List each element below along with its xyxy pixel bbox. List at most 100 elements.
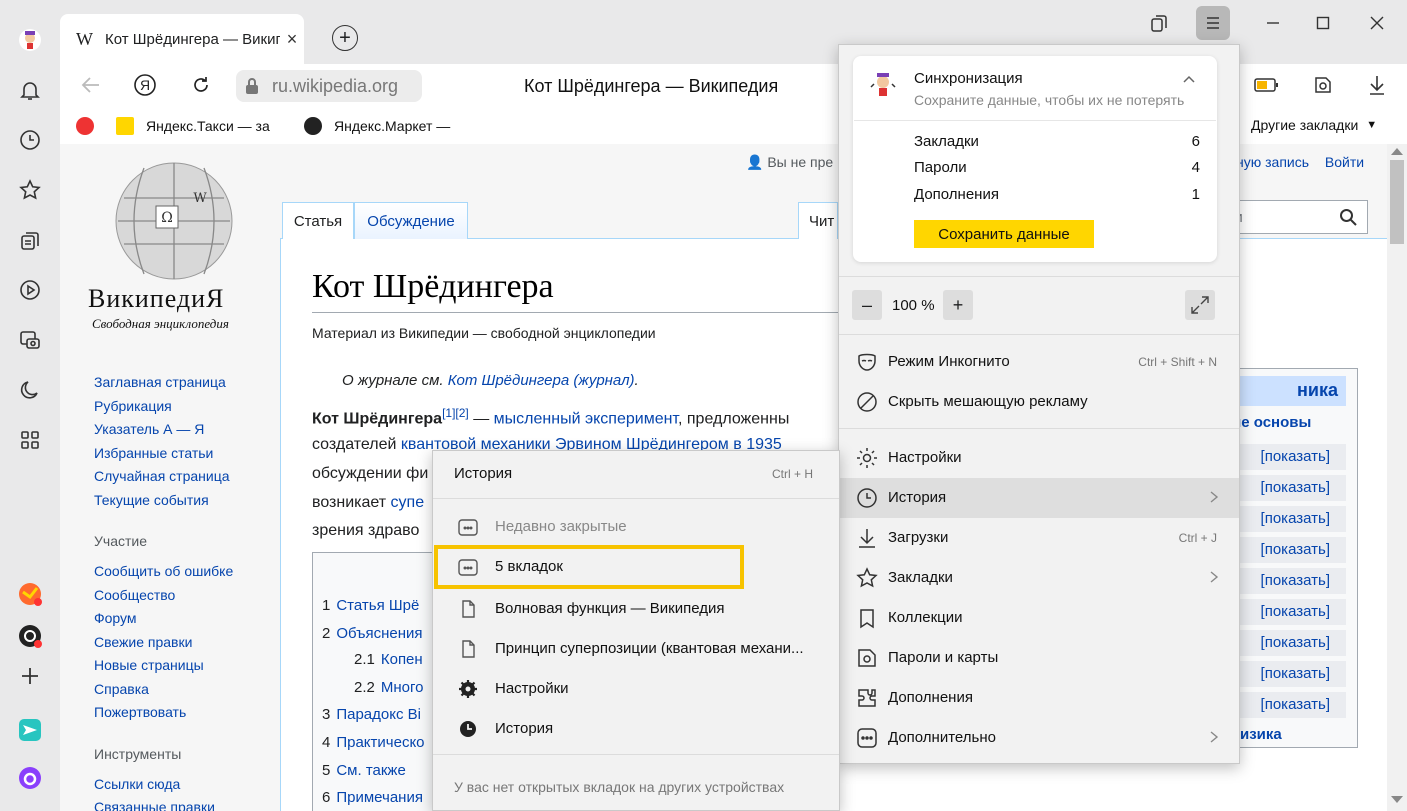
history-settings[interactable]: Настройки — [433, 669, 839, 709]
bookmark-market[interactable]: Яндекс.Маркет — — [304, 117, 450, 135]
link-superposition[interactable]: супе — [391, 494, 425, 511]
nav-link[interactable]: Форум — [94, 610, 137, 626]
menu-item-bookmarks[interactable]: Закладки — [839, 558, 1239, 598]
toc-entry[interactable]: 5 См. также — [322, 762, 406, 779]
history-header[interactable]: История — [454, 465, 512, 482]
chevron-up-icon[interactable] — [1174, 64, 1204, 94]
minimize-icon[interactable] — [1258, 8, 1288, 38]
toc-entry[interactable]: 4 Практическо — [322, 734, 425, 751]
menu-item-extensions[interactable]: Дополнения — [839, 678, 1239, 718]
nav-link[interactable]: Рубрикация — [94, 398, 172, 414]
menu-item-more[interactable]: Дополнительно — [839, 718, 1239, 758]
password-manager-icon[interactable] — [1308, 70, 1338, 100]
nav-link[interactable]: Новые страницы — [94, 657, 204, 673]
moon-icon[interactable] — [14, 374, 46, 406]
zoom-in-button[interactable]: + — [943, 290, 973, 320]
infobox-show-toggle[interactable]: [показать] — [1232, 661, 1346, 687]
toc-entry[interactable]: 2.1 Копен — [354, 651, 423, 668]
messenger-icon[interactable] — [14, 714, 46, 746]
add-icon[interactable] — [14, 660, 46, 692]
menu-item-history[interactable]: История — [839, 478, 1239, 518]
nav-link[interactable]: Избранные статьи — [94, 445, 213, 461]
infobox-show-toggle[interactable]: [показать] — [1232, 630, 1346, 656]
bell-icon[interactable] — [14, 74, 46, 106]
toc-link[interactable]: Много — [381, 679, 424, 696]
toc-link[interactable]: Объяснения — [336, 625, 422, 642]
nav-link[interactable]: Заглавная страница — [94, 374, 226, 390]
scrollbar-thumb[interactable] — [1390, 160, 1404, 244]
yandex-music-icon[interactable] — [14, 578, 46, 610]
nav-link[interactable]: Указатель А — Я — [94, 421, 204, 437]
history-full[interactable]: История — [433, 709, 839, 749]
bookmark-ico-1[interactable] — [76, 117, 106, 135]
address-page-title[interactable]: Кот Шрёдингера — Википедия — [524, 76, 778, 97]
nav-link[interactable]: Справка — [94, 681, 149, 697]
infobox-show-toggle[interactable]: [показать] — [1232, 537, 1346, 563]
toc-entry[interactable]: 3 Парадокс Ві — [322, 706, 421, 723]
menu-item-collections[interactable]: Коллекции — [839, 598, 1239, 638]
profile-avatar-icon[interactable] — [868, 70, 898, 100]
nav-link[interactable]: Случайная страница — [94, 468, 230, 484]
nav-link[interactable]: Ссылки сюда — [94, 776, 180, 792]
menu-item-block-ads[interactable]: Скрыть мешающую рекламу — [839, 382, 1239, 422]
other-bookmarks[interactable]: Другие закладки ▼ — [1251, 117, 1377, 133]
toc-link[interactable]: См. также — [336, 762, 405, 779]
history-entry[interactable]: Волновая функция — Википедия — [433, 589, 839, 629]
hatnote-link[interactable]: Кот Шрёдингера (журнал) — [448, 372, 635, 389]
zoom-out-button[interactable]: – — [852, 290, 882, 320]
tab-article[interactable]: Статья — [282, 202, 354, 239]
bookmark-taxi[interactable]: Яндекс.Такси — за — [116, 117, 270, 135]
toc-link[interactable]: Копен — [381, 651, 423, 668]
infobox-footer[interactable]: изика — [1240, 726, 1282, 743]
menu-item-settings[interactable]: Настройки — [839, 438, 1239, 478]
menu-item-passwords[interactable]: Пароли и карты — [839, 638, 1239, 678]
nav-link[interactable]: Текущие события — [94, 492, 209, 508]
apps-grid-icon[interactable] — [14, 424, 46, 456]
nav-link[interactable]: Пожертвовать — [94, 704, 186, 720]
save-data-button[interactable]: Сохранить данные — [914, 220, 1094, 248]
reference-link[interactable]: [1][2] — [442, 406, 469, 420]
toc-entry[interactable]: 2 Объяснения — [322, 625, 423, 642]
scroll-down-icon[interactable] — [1391, 796, 1403, 803]
play-icon[interactable] — [14, 274, 46, 306]
fullscreen-button[interactable] — [1185, 290, 1215, 320]
infobox-show-toggle[interactable]: [показать] — [1232, 599, 1346, 625]
toc-link[interactable]: Примечания — [336, 789, 423, 806]
downloads-icon[interactable] — [1362, 70, 1392, 100]
collections-icon[interactable] — [14, 224, 46, 256]
main-menu-button[interactable] — [1196, 6, 1230, 40]
nav-link[interactable]: Сообщество — [94, 587, 175, 603]
link-experiment[interactable]: эксперимент — [585, 410, 678, 427]
toc-link[interactable]: Парадокс Ві — [336, 706, 421, 723]
nav-link[interactable]: Сообщить об ошибке — [94, 563, 233, 579]
toc-link[interactable]: Статья Шрё — [336, 597, 419, 614]
infobox-show-toggle[interactable]: [показать] — [1232, 692, 1346, 718]
infobox-show-toggle[interactable]: [показать] — [1232, 506, 1346, 532]
close-window-icon[interactable] — [1362, 8, 1392, 38]
create-account-link[interactable]: ную запись — [1236, 154, 1309, 170]
link-thought[interactable]: мысленный — [494, 410, 581, 427]
maximize-icon[interactable] — [1308, 8, 1338, 38]
battery-icon[interactable] — [1252, 70, 1282, 100]
toc-entry[interactable]: 6 Примечания — [322, 789, 423, 806]
infobox-show-toggle[interactable]: [показать] — [1232, 475, 1346, 501]
tab-read[interactable]: Чит — [798, 202, 838, 239]
alice-avatar-icon[interactable] — [14, 24, 46, 56]
toc-entry[interactable]: 1 Статья Шрё — [322, 597, 419, 614]
new-tab-button[interactable]: + — [332, 25, 358, 51]
infobox-show-toggle[interactable]: [показать] — [1232, 568, 1346, 594]
clock-icon[interactable] — [14, 124, 46, 156]
history-recently-closed[interactable]: Недавно закрытые — [433, 507, 839, 547]
toc-link[interactable]: Практическо — [336, 734, 424, 751]
alice-icon[interactable] — [14, 762, 46, 794]
scroll-up-icon[interactable] — [1391, 148, 1403, 155]
wiki-search-input[interactable]: ии — [1220, 200, 1368, 234]
screenshot-icon[interactable] — [14, 324, 46, 356]
page-scrollbar[interactable] — [1387, 144, 1407, 811]
address-domain[interactable]: ru.wikipedia.org — [236, 70, 422, 102]
tabs-list-icon[interactable] — [1144, 8, 1174, 38]
tab-close-icon[interactable]: × — [280, 29, 304, 50]
reload-icon[interactable] — [186, 70, 216, 100]
nav-link[interactable]: Свежие правки — [94, 634, 192, 650]
infobox-show-toggle[interactable]: [показать] — [1232, 444, 1346, 470]
